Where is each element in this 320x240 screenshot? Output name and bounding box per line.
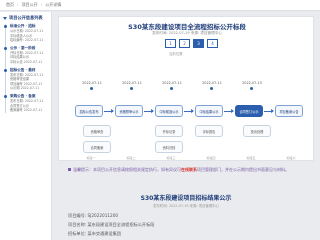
arrow-right-icon xyxy=(184,109,194,113)
flow-node-secondary[interactable]: 资料归档 xyxy=(155,141,183,153)
timeline-pin-icon xyxy=(170,87,173,90)
timeline-pin-icon xyxy=(130,87,133,90)
timeline-dot-icon xyxy=(4,94,7,98)
breadcrumb-separator: › xyxy=(40,2,43,7)
arrow-right-icon xyxy=(144,109,154,113)
timeline-date: 2022-07-11 xyxy=(82,81,102,85)
main-content: S30某东段建设项目全流程招标公开标段 发布时间: 2022-07-19 来源:… xyxy=(58,12,314,240)
flow-node[interactable]: 招标公告发布 xyxy=(75,105,103,117)
document-line: 项目编号: SJ2022011200 xyxy=(68,213,119,218)
sidebar-timeline: 标准公开 · 招标 公示日期: 2022-07-11 中标候选人公示 招标编号:… xyxy=(4,24,51,113)
sidebar: 项目公开信息列表 标准公开 · 招标 公示日期: 2022-07-11 中标候选… xyxy=(0,12,52,240)
sidebar-heading: 项目公开信息列表 xyxy=(0,12,51,24)
stage-label: 标段三 xyxy=(166,156,176,160)
notice-after: 项目管理部门，并在公示期内提出书面意见与材料。 xyxy=(197,167,289,172)
document-title: S30某东段建设项目招标结果公示 xyxy=(140,195,232,202)
timeline-item-line: 中标公告 2022-07-11 xyxy=(10,59,43,64)
notice-text: 温馨提示：本项目公开信息请按照相关规定执行，如有异议可在线联系项目管理部门，并在… xyxy=(58,167,314,173)
timeline-item-line: 公示期 2022-07-11 xyxy=(10,86,40,91)
timeline-dot-icon xyxy=(4,46,7,50)
breadcrumb-current: 公开详情 xyxy=(45,2,62,7)
process-card: S30某东段建设项目全流程招标公开标段 发布时间: 2022-07-19 来源:… xyxy=(58,16,314,161)
document-date: 发布时间: 2022-07-19 来源: 项目管理中心 xyxy=(153,204,219,208)
chevron-down-icon xyxy=(3,16,7,20)
document-line: 招标单位: 某市交通建设集团 xyxy=(68,231,121,236)
notice-link[interactable]: 在线联系 xyxy=(181,167,197,172)
timeline-pin-icon xyxy=(250,87,253,90)
tab-3[interactable]: 3 xyxy=(193,39,204,48)
sidebar-timeline-item[interactable]: 公示 · 第一阶段 开标日期: 2022-07-11 评标结果公示 中标公告 2… xyxy=(4,46,51,65)
bullet-icon xyxy=(68,168,71,171)
tab-2[interactable]: 2 xyxy=(179,39,190,48)
timeline-pin-icon xyxy=(210,87,213,90)
flow-node-secondary[interactable]: 资格审查 xyxy=(83,125,111,137)
timeline-date: 2022-07-11 xyxy=(122,81,142,85)
breadcrumb-separator: › xyxy=(17,2,19,7)
flow-node[interactable]: 项目备案公告 xyxy=(275,105,303,117)
timeline-item-line: 备案编号 2022-07-11 xyxy=(10,108,43,113)
arrow-right-icon xyxy=(104,109,114,113)
page-title: S30某东段建设项目全流程招标公开标段 xyxy=(128,23,246,31)
breadcrumb-home[interactable]: 首页 xyxy=(6,2,14,8)
tab-bar: 1 2 3 4 xyxy=(165,39,218,48)
timeline-date: 2022-07-15 xyxy=(242,81,262,85)
flow-node-secondary[interactable]: 开标记录 xyxy=(155,125,183,137)
timeline-item-line: 招标编号: 2022-07-11 xyxy=(10,38,44,43)
stage-label: 标段五 xyxy=(246,156,256,160)
stage-label: 标段一 xyxy=(86,156,96,160)
timeline-dot-icon xyxy=(4,68,7,72)
notice-before: 温馨提示：本项目公开信息请按照相关规定执行，如有异议可 xyxy=(73,167,181,172)
timeline-date: 2022-07-11 xyxy=(202,81,222,85)
page-subtitle: 发布时间: 2022-07-19 来源: 项目管理中心 xyxy=(152,31,222,35)
sidebar-heading-label: 项目公开信息列表 xyxy=(9,15,43,20)
arrow-right-icon xyxy=(264,109,274,113)
sidebar-timeline-item[interactable]: 招标公告 · 最终 发布日期: 2022-07-11 资格审查结果 项目编号 2… xyxy=(4,68,51,91)
timeline-pin-icon xyxy=(90,87,93,90)
flow-node-secondary[interactable]: 评标报告 xyxy=(195,125,223,137)
flow-node[interactable]: 资格预审公示 xyxy=(115,105,143,117)
top-bar: 首页 › 项目公开 › 公开详情 xyxy=(0,0,320,11)
tab-1[interactable]: 1 xyxy=(165,39,176,48)
flow-node-secondary[interactable]: 合同备案 xyxy=(83,141,111,153)
stage-label: 标段二 xyxy=(126,156,136,160)
stage-label: 标段四 xyxy=(206,156,216,160)
breadcrumb-section[interactable]: 项目公开 xyxy=(22,2,38,8)
breadcrumb: 首页 › 项目公开 › 公开详情 xyxy=(6,2,61,8)
flow-node[interactable]: 中标候选公示 xyxy=(155,105,183,117)
stage-label: 标段六 xyxy=(286,156,296,160)
tab-4[interactable]: 4 xyxy=(207,39,218,48)
arrow-right-icon xyxy=(224,109,234,113)
document-line: 项目名称: 某东段建设项目全流程招标公开标段 xyxy=(68,222,155,227)
sidebar-timeline-item[interactable]: 采购公告 · 备案 发布日期: 2022-07-11 合同签订公示 备案编号 2… xyxy=(4,94,51,113)
flow-node-secondary[interactable]: 投诉处理 xyxy=(243,125,271,137)
sidebar-timeline-item[interactable]: 标准公开 · 招标 公示日期: 2022-07-11 中标候选人公示 招标编号:… xyxy=(4,24,51,43)
flow-node[interactable]: 中标结果公示 xyxy=(195,105,223,117)
timeline-dates: 2022-07-11 2022-07-11 2022-07-11 2022-07… xyxy=(69,81,309,91)
jump-hint: 当前位置 xyxy=(169,52,183,56)
timeline-date: 2022-07-11 xyxy=(162,81,182,85)
flow-node-active[interactable]: 合同签订公示 xyxy=(235,105,263,117)
timeline-dot-icon xyxy=(4,25,7,28)
